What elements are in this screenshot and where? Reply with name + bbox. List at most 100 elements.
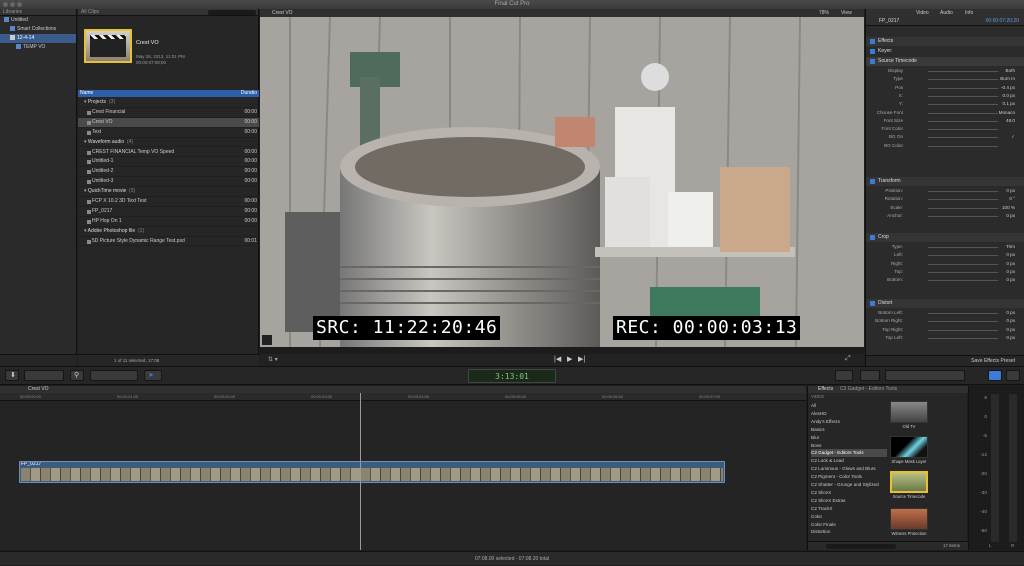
param-row[interactable]: Pos -0.4 px [866,84,1024,92]
effects-category-item[interactable]: Basics [811,426,887,434]
effects-category-item[interactable]: C2 Shatter - Grunge and Stylized [811,481,887,489]
param-row[interactable]: X: 0.0 px [866,92,1024,100]
minimize-window-button[interactable] [10,2,15,7]
param-slider[interactable] [928,95,998,97]
tab-video[interactable]: Video [916,9,929,17]
effects-category-item[interactable]: C2 TrackX [811,505,887,513]
param-row[interactable]: BG Color [866,142,1024,150]
thumb-witness-protection[interactable] [890,508,928,530]
param-slider[interactable] [928,215,998,217]
param-value[interactable]: 0 px [1006,212,1015,220]
param-slider[interactable] [928,129,998,131]
param-row[interactable]: Top Right: 0 px [866,326,1024,334]
group-header[interactable]: Projects(3) [78,98,259,108]
param-row[interactable]: BG On ✓ [866,133,1024,141]
param-slider[interactable] [928,247,998,248]
param-row[interactable]: Left: 0 px [866,251,1024,259]
effects-section-header[interactable]: Effects [866,37,1024,46]
keyer-effect[interactable]: Keyer: [866,47,1024,56]
play-button[interactable]: ▶ [567,355,572,363]
param-value[interactable]: Trim [1006,243,1015,251]
crop-section-header[interactable]: Crop [866,233,1024,242]
param-value[interactable]: 0 px [1006,334,1015,342]
param-slider[interactable] [928,199,998,201]
media-browser-buttons[interactable] [885,370,965,381]
param-slider[interactable] [928,79,998,81]
tab-audio[interactable]: Audio [940,9,953,17]
param-row[interactable]: Font Size 48.0 [866,117,1024,125]
distort-section-header[interactable]: Distort [866,299,1024,308]
list-item[interactable]: Untitled-2 00:00 [78,167,259,178]
param-slider[interactable] [928,112,998,114]
param-slider[interactable] [928,263,998,265]
param-value[interactable]: 0 px [1006,251,1015,259]
timeline-clip[interactable]: FP_0217 [19,461,725,483]
param-row[interactable]: Type: Trim [866,243,1024,251]
list-item[interactable]: FP_0217 00:00 [78,207,259,217]
source-timecode-effect[interactable]: Source Timecode [866,57,1024,66]
retime-button[interactable] [860,370,880,381]
event-12-4-14[interactable]: 12-4-14 [0,34,76,43]
list-item[interactable]: CREST FINANCIAL Temp VO Speed 00:00 [78,148,259,158]
effects-category-item[interactable]: All [811,402,887,410]
param-slider[interactable] [928,207,998,209]
param-value[interactable]: 0 px [1006,268,1015,276]
clip-filter-dropdown[interactable]: All Clips [81,9,99,15]
param-value[interactable]: 0 px [1006,260,1015,268]
param-row[interactable]: Choose Font Monaco [866,109,1024,117]
dashboard-timecode[interactable]: 3:13:01 [468,369,556,383]
param-value[interactable]: -0.4 px [1001,84,1015,92]
effects-category-item[interactable]: Blur [811,434,887,442]
effects-category-item[interactable]: Distortion [811,528,887,536]
select-tool-button[interactable]: ➤ [144,370,162,381]
view-menu[interactable]: View [841,9,852,17]
param-slider[interactable] [928,271,998,273]
param-slider[interactable] [928,191,998,192]
param-row[interactable]: Position: 0 px [866,187,1024,195]
effects-category-item[interactable]: C2 SliceX [811,489,887,497]
param-value[interactable]: 0.0 px [1002,92,1015,100]
share-button[interactable] [1006,370,1020,381]
effects-category-item[interactable]: AlexHD [811,410,887,418]
event-temp-vo[interactable]: TEMP VO [0,43,76,52]
param-value[interactable]: 0.1 px [1002,100,1015,108]
param-slider[interactable] [928,337,998,339]
param-row[interactable]: Top Left: 0 px [866,334,1024,342]
param-slider[interactable] [928,145,998,147]
smart-collections[interactable]: Smart Collections [0,25,76,34]
enhance-buttons[interactable] [90,370,138,381]
param-row[interactable]: Y: 0.1 px [866,100,1024,108]
list-item[interactable]: Untitled-3 00:00 [78,177,259,188]
name-column[interactable]: Name [80,90,93,97]
param-slider[interactable] [928,137,998,139]
effects-category-item[interactable]: Andy's Effects [811,418,887,426]
param-slider[interactable] [928,87,998,89]
list-item[interactable]: Crest Financial 00:00 [78,108,259,118]
param-slider[interactable] [928,104,998,106]
param-value[interactable]: 0 px [1006,276,1015,284]
viewer-play-badge[interactable] [262,335,272,345]
effects-category-item[interactable]: C2 Lock & Load [811,457,887,465]
param-value[interactable]: 0 px [1006,326,1015,334]
param-row[interactable]: Type Burn In [866,75,1024,83]
param-slider[interactable] [928,313,998,314]
param-row[interactable]: Display Both [866,67,1024,75]
thumb-source-timecode[interactable] [890,471,928,493]
viewer-options-icon[interactable]: ⇅ ▾ [268,356,278,363]
magic-wand-button[interactable] [835,370,853,381]
zoom-window-button[interactable] [17,2,22,7]
param-row[interactable]: Rotation: 0 ° [866,195,1024,203]
param-value[interactable]: 0 px [1006,187,1015,195]
previous-frame-icon[interactable]: |◀ [554,355,561,363]
list-item[interactable]: 5D Picture Style Dynamic Range Test.psd 0… [78,237,259,247]
param-value[interactable]: Monaco [999,109,1015,117]
group-header[interactable]: Waveform audio(4) [78,138,259,148]
effects-category-item[interactable]: C2 Luminous - Glows and Blurs [811,465,887,473]
edit-buttons[interactable] [24,370,64,381]
param-row[interactable]: Font Color [866,125,1024,133]
param-value[interactable]: ✓ [1011,133,1015,141]
group-header[interactable]: QuickTime movie(3) [78,187,259,197]
thumb-shape-mask-layer[interactable] [890,436,928,458]
param-value[interactable]: 100 % [1002,204,1015,212]
param-value[interactable]: 0 px [1006,309,1015,317]
